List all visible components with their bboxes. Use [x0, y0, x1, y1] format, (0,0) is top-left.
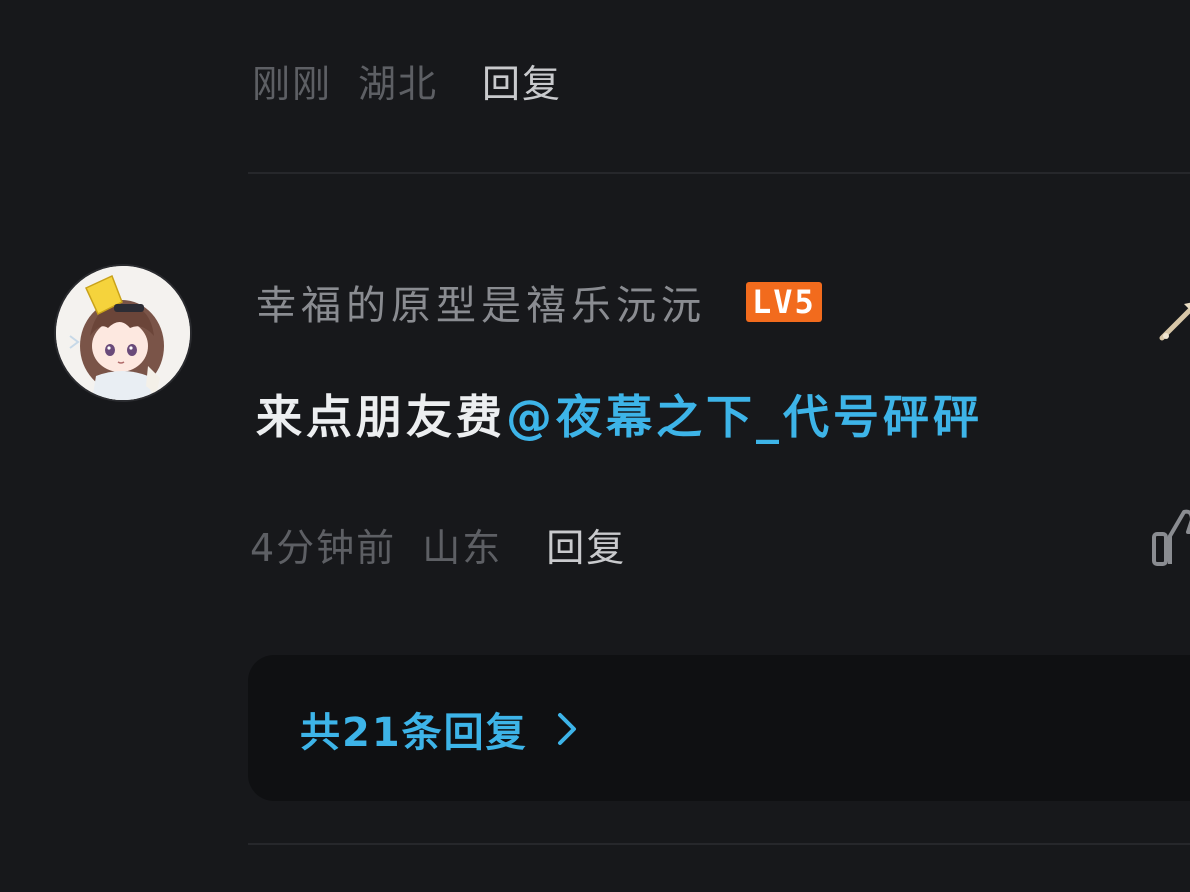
comment-meta: 4分钟前 山东 回复: [250, 516, 626, 572]
username[interactable]: 幸福的原型是禧乐沅沅: [256, 273, 706, 331]
level-badge: LV5: [746, 282, 822, 322]
thumbs-up-icon[interactable]: [1150, 506, 1190, 570]
comment-thread-screen: 刚刚 湖北 回复 幸福的原型是禧乐沅沅 LV5 来点朋友费 @夜幕之下_代号砰砰…: [0, 0, 1190, 892]
mention-link[interactable]: @夜幕之下_代号砰砰: [506, 381, 983, 447]
previous-comment-time: 刚刚: [252, 61, 333, 106]
previous-comment-location: 湖北: [358, 61, 439, 106]
replies-count-label: 共21条回复: [300, 701, 580, 757]
comment-divider-bottom: [248, 843, 1190, 845]
comment-time: 4分钟前: [250, 525, 397, 570]
comment-header: 幸福的原型是禧乐沅沅 LV5: [256, 272, 822, 332]
comment-content: 来点朋友费 @夜幕之下_代号砰砰: [256, 382, 983, 446]
sticker-icon: [1159, 302, 1190, 341]
previous-comment-reply-button[interactable]: 回复: [482, 53, 562, 108]
replies-count-text: 共21条回复: [300, 710, 528, 756]
user-avatar[interactable]: [56, 266, 190, 400]
comment-divider: [248, 172, 1190, 174]
anime-girl-avatar-icon: [56, 266, 190, 400]
comment-reply-button[interactable]: 回复: [546, 517, 626, 572]
view-replies-button[interactable]: 共21条回复: [248, 655, 1190, 801]
previous-comment-meta: 刚刚 湖北 回复: [252, 52, 562, 108]
comment-text: 来点朋友费: [256, 390, 506, 444]
chevron-right-icon: [557, 713, 576, 745]
comment-location: 山东: [422, 525, 503, 570]
